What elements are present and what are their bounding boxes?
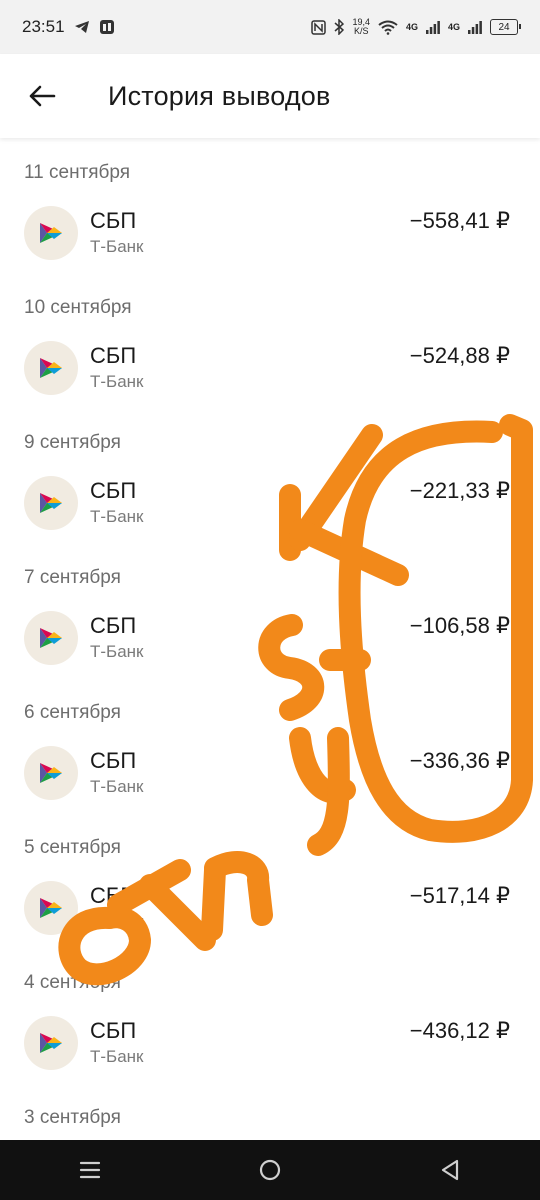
sbp-logo-icon: [24, 340, 78, 395]
payment-method: СБП: [90, 1017, 137, 1043]
amount: −436,12 ₽: [409, 1018, 510, 1043]
page-title: История выводов: [108, 80, 331, 111]
payment-method: СБП: [90, 477, 137, 503]
wifi-icon: [378, 20, 398, 35]
battery-level: 24: [498, 21, 510, 33]
navigation-bar: [0, 1140, 540, 1200]
bank-name: Т-Банк: [90, 506, 144, 526]
battery-icon: 24: [490, 19, 521, 35]
bank-name: Т-Банк: [90, 371, 144, 391]
back-arrow-icon: [29, 85, 56, 107]
date-header: 3 сентября: [24, 1107, 121, 1128]
date-header: 5 сентября: [24, 837, 121, 858]
sbp-logo-icon: [24, 880, 78, 935]
date-header: 10 сентября: [24, 297, 132, 318]
withdrawal-row[interactable]: СБП Т-Банк −336,36 ₽: [0, 730, 540, 815]
sbp-logo-icon: [24, 1015, 78, 1070]
bank-name: Т-Банк: [90, 1046, 144, 1066]
withdrawal-row[interactable]: СБП Т-Банк −517,14 ₽: [0, 865, 540, 950]
network-type-1: 4G: [405, 22, 418, 32]
withdrawal-row[interactable]: СБП Т-Банк −221,33 ₽: [0, 460, 540, 545]
back-triangle-icon: [441, 1159, 459, 1181]
withdrawal-row[interactable]: СБП Т-Банк −524,88 ₽: [0, 325, 540, 410]
date-header: 4 сентября: [24, 972, 121, 993]
sbp-logo-icon: [24, 475, 78, 530]
withdrawal-list: 11 сентября СБП Т-Банк −558,41 ₽ 10 сент…: [0, 140, 540, 1135]
menu-icon: [79, 1161, 101, 1179]
back-button[interactable]: [22, 76, 62, 116]
network-type-2: 4G: [447, 22, 460, 32]
nfc-icon: [311, 19, 327, 35]
status-time: 23:51: [22, 17, 65, 36]
recent-apps-button[interactable]: [60, 1140, 120, 1200]
home-button[interactable]: [240, 1140, 300, 1200]
sbp-logo-icon: [24, 205, 78, 260]
speed-unit: K/S: [353, 26, 369, 36]
status-bar: 23:51 19,4 K/S 4G 4G 24: [0, 0, 540, 54]
bank-name: Т-Банк: [90, 776, 144, 796]
telegram-icon: [74, 20, 90, 34]
payment-method: СБП: [90, 882, 137, 908]
payment-method: СБП: [90, 207, 137, 233]
withdrawal-row[interactable]: СБП Т-Банк −436,12 ₽: [0, 1000, 540, 1085]
app-bar: История выводов: [0, 54, 540, 138]
signal-icon: [425, 20, 440, 34]
date-header: 7 сентября: [24, 567, 121, 588]
date-header: 9 сентября: [24, 432, 121, 453]
payment-method: СБП: [90, 747, 137, 773]
withdrawal-row[interactable]: СБП Т-Банк −558,41 ₽: [0, 190, 540, 275]
app-icon: [99, 19, 115, 35]
withdrawal-row[interactable]: СБП Т-Банк −106,58 ₽: [0, 595, 540, 680]
bank-name: Т-Банк: [90, 641, 144, 661]
payment-method: СБП: [90, 342, 137, 368]
home-icon: [259, 1159, 281, 1181]
amount: −336,36 ₽: [409, 748, 510, 773]
payment-method: СБП: [90, 612, 137, 638]
amount: −558,41 ₽: [409, 208, 510, 233]
bank-name: Т-Банк: [90, 911, 144, 931]
amount: −517,14 ₽: [409, 883, 510, 908]
date-header: 6 сентября: [24, 702, 121, 723]
amount: −221,33 ₽: [409, 478, 510, 503]
amount: −524,88 ₽: [409, 343, 510, 368]
system-back-button[interactable]: [420, 1140, 480, 1200]
date-header: 11 сентября: [24, 162, 131, 183]
sbp-logo-icon: [24, 745, 78, 800]
sbp-logo-icon: [24, 610, 78, 665]
bank-name: Т-Банк: [90, 236, 144, 256]
network-speed: 19,4 K/S: [352, 18, 370, 36]
amount: −106,58 ₽: [409, 613, 510, 638]
signal-icon: [468, 20, 482, 34]
bluetooth-icon: [334, 19, 345, 35]
